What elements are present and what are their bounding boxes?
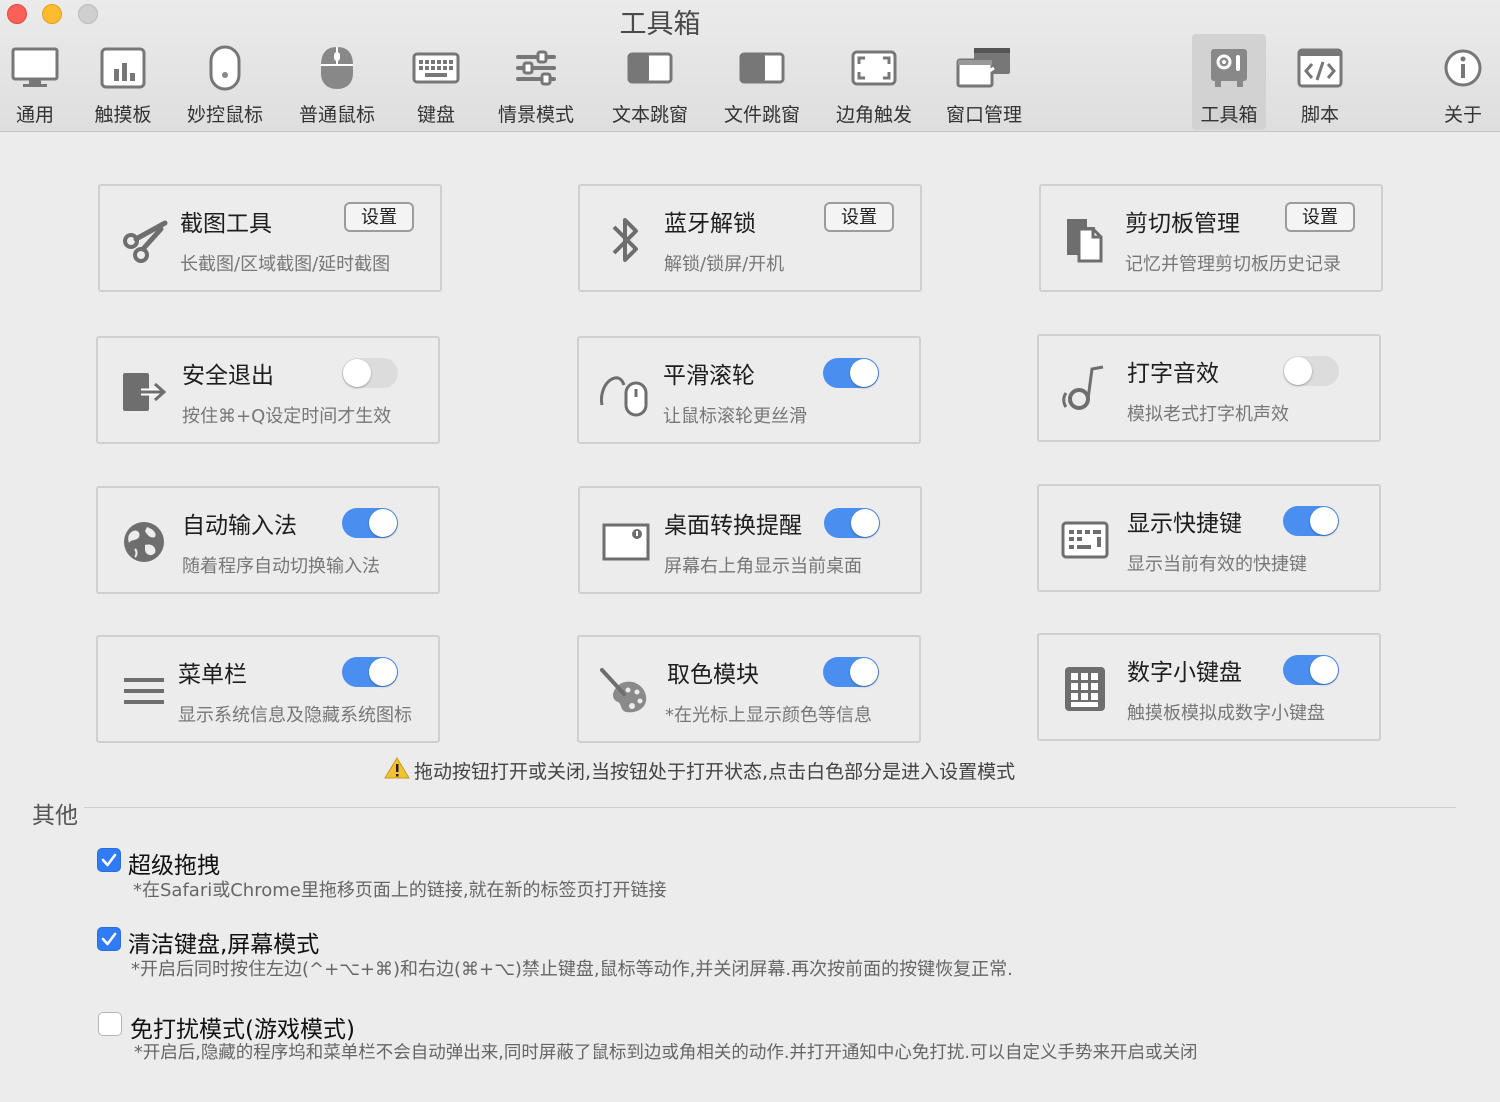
tab-mouse[interactable]: 普通鼠标	[292, 34, 382, 130]
clean-mode-desc: *开启后同时按住左边(^+⌥+⌘)和右边(⌘+⌥)禁止键盘,鼠标等动作,并关闭屏…	[131, 959, 1013, 980]
card-smooth-scroll[interactable]: 平滑滚轮 让鼠标滚轮更丝滑	[577, 336, 921, 444]
scissors-icon	[118, 212, 174, 268]
tab-trackpad[interactable]: 触摸板	[88, 34, 158, 130]
card-clipboard[interactable]: 剪切板管理 记忆并管理剪切板历史记录 设置	[1039, 184, 1383, 292]
show-shortcuts-toggle[interactable]	[1283, 506, 1339, 536]
bluetooth-settings-button[interactable]: 设置	[824, 202, 894, 232]
warning-icon	[384, 756, 410, 785]
card-numpad[interactable]: 数字小键盘 触摸板模拟成数字小键盘	[1037, 633, 1381, 741]
magic-mouse-icon	[195, 44, 255, 92]
text-window-icon	[620, 44, 680, 92]
others-section-label: 其他	[32, 803, 78, 829]
tab-magic-mouse[interactable]: 妙控鼠标	[180, 34, 270, 130]
screenshot-settings-button[interactable]: 设置	[344, 202, 414, 232]
tab-corner-trigger[interactable]: 边角触发	[828, 34, 920, 130]
toolbox-icon	[1199, 44, 1259, 92]
typing-sound-toggle[interactable]	[1283, 356, 1339, 386]
numpad-toggle[interactable]	[1283, 655, 1339, 685]
smooth-scroll-toggle[interactable]	[823, 358, 879, 388]
auto-input-toggle[interactable]	[342, 508, 398, 538]
super-drag-label[interactable]: 超级拖拽	[128, 846, 220, 880]
window-manage-icon	[954, 44, 1014, 92]
dnd-mode-checkbox[interactable]	[98, 1012, 122, 1036]
exit-icon	[116, 364, 172, 420]
clipboard-settings-button[interactable]: 设置	[1285, 202, 1355, 232]
script-icon	[1290, 44, 1350, 92]
shortcut-keyboard-icon	[1057, 512, 1113, 568]
card-color-picker[interactable]: 取色模块 *在光标上显示颜色等信息	[577, 635, 921, 743]
tab-file-window[interactable]: 文件跳窗	[716, 34, 808, 130]
clean-mode-label[interactable]: 清洁键盘,屏幕模式	[128, 925, 319, 959]
super-drag-desc: *在Safari或Chrome里拖移页面上的链接,就在新的标签页打开链接	[133, 880, 667, 901]
card-auto-input[interactable]: 自动输入法 随着程序自动切换输入法	[96, 486, 440, 594]
keyboard-icon	[406, 44, 466, 92]
menu-lines-icon	[116, 663, 172, 719]
globe-icon	[116, 514, 172, 570]
others-divider	[84, 807, 1456, 808]
tab-toolbox[interactable]: 工具箱	[1192, 34, 1266, 130]
tab-about[interactable]: 关于	[1432, 34, 1494, 130]
card-show-shortcuts[interactable]: 显示快捷键 显示当前有效的快捷键	[1037, 484, 1381, 592]
tab-scenes[interactable]: 情景模式	[490, 34, 582, 130]
card-typing-sound[interactable]: 打字音效 模拟老式打字机声效	[1037, 334, 1381, 442]
menubar-toggle[interactable]	[342, 657, 398, 687]
card-menubar[interactable]: 菜单栏 显示系统信息及隐藏系统图标	[96, 635, 440, 743]
toolbar: 工具箱 通用 触摸板 妙控鼠标 普通鼠标 键盘 情景模式 文本跳窗 文件跳窗 边…	[0, 0, 1500, 132]
dnd-mode-desc: *开启后,隐藏的程序坞和菜单栏不会自动弹出来,同时屏蔽了鼠标到边或角相关的动作.…	[134, 1043, 1198, 1063]
palette-icon	[597, 663, 653, 719]
tab-general[interactable]: 通用	[4, 34, 66, 130]
bluetooth-icon	[598, 212, 654, 268]
scroll-mouse-icon	[597, 364, 653, 420]
card-safe-quit[interactable]: 安全退出 按住⌘+Q设定时间才生效	[96, 336, 440, 444]
desktop-switch-toggle[interactable]	[824, 508, 880, 538]
safe-quit-toggle[interactable]	[342, 358, 398, 388]
tab-keyboard[interactable]: 键盘	[404, 34, 468, 130]
trackpad-icon	[93, 44, 153, 92]
music-note-icon	[1057, 362, 1113, 418]
corner-icon	[844, 44, 904, 92]
clean-mode-checkbox[interactable]	[97, 927, 121, 951]
sliders-icon	[506, 44, 566, 92]
tab-text-window[interactable]: 文本跳窗	[604, 34, 696, 130]
card-desktop-switch[interactable]: 桌面转换提醒 屏幕右上角显示当前桌面	[578, 486, 922, 594]
numpad-icon	[1057, 661, 1113, 717]
desktop-badge-icon	[598, 514, 654, 570]
tab-script[interactable]: 脚本	[1288, 34, 1352, 130]
card-bluetooth-unlock[interactable]: 蓝牙解锁 解锁/锁屏/开机 设置	[578, 184, 922, 292]
clipboard-icon	[1059, 212, 1115, 268]
hint-text: 拖动按钮打开或关闭,当按钮处于打开状态,点击白色部分是进入设置模式	[384, 756, 1015, 785]
monitor-icon	[5, 44, 65, 92]
tab-window-manage[interactable]: 窗口管理	[938, 34, 1030, 130]
super-drag-checkbox[interactable]	[97, 848, 121, 872]
mouse-icon	[307, 44, 367, 92]
card-screenshot[interactable]: 截图工具 长截图/区域截图/延时截图 设置	[98, 184, 442, 292]
color-picker-toggle[interactable]	[823, 657, 879, 687]
info-icon	[1433, 44, 1493, 92]
file-window-icon	[732, 44, 792, 92]
